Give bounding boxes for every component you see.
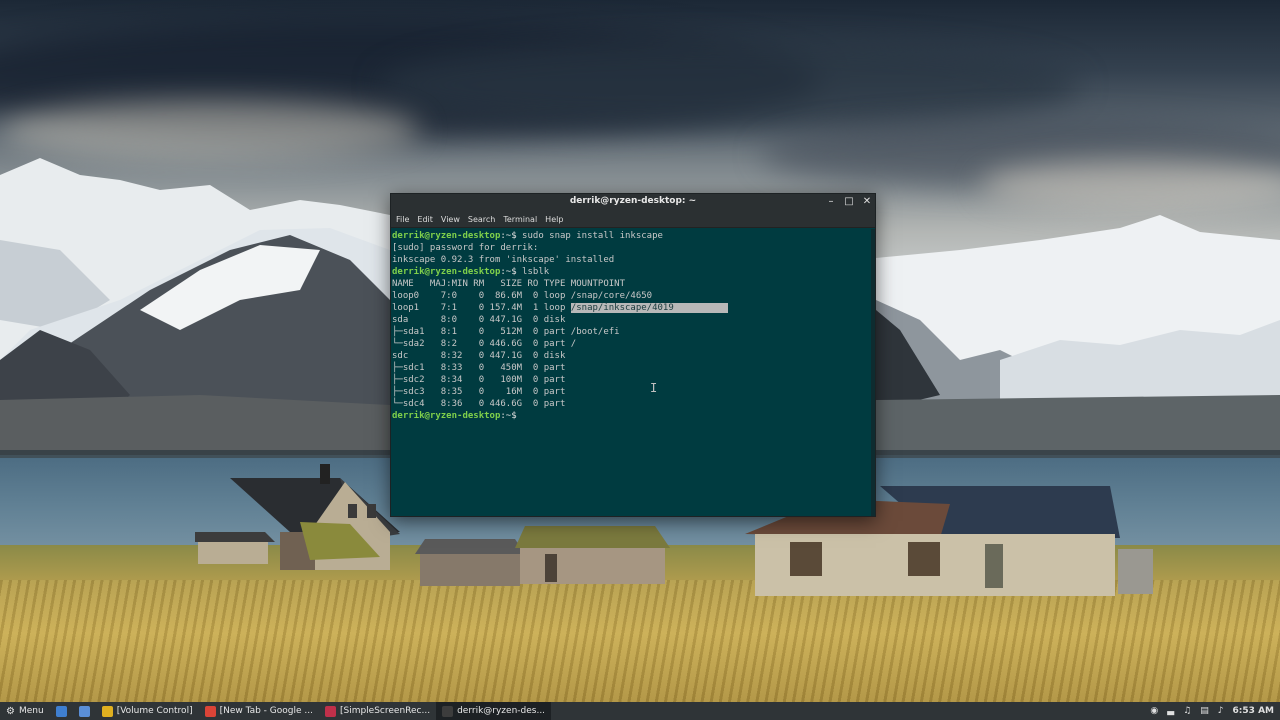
selected-text[interactable]: /snap/inkscape/4019 <box>570 303 728 313</box>
window-title: derrik@ryzen-desktop: ~ <box>569 196 697 206</box>
terminal-output-line: ├─sda1 8:1 0 512M 0 part /boot/efi <box>392 327 620 337</box>
prompt-path: :~$ <box>500 411 517 421</box>
menu-button[interactable]: ⚙ Menu <box>0 702 50 720</box>
network-icon[interactable]: ▤ <box>1200 706 1209 716</box>
prompt-user: derrik@ryzen-desktop <box>392 267 501 277</box>
minimize-all-icon[interactable]: ▃ <box>1167 706 1174 716</box>
volume-control-icon <box>101 705 113 717</box>
terminal-output-line: ├─sdc2 8:34 0 100M 0 part <box>392 375 566 385</box>
maximize-button[interactable]: □ <box>842 195 856 209</box>
terminal-prompt-line: derrik@ryzen-desktop:~$ sudo snap instal… <box>392 230 873 242</box>
menu-terminal[interactable]: Terminal <box>503 211 542 227</box>
taskbar-task-label: [Volume Control] <box>116 706 193 716</box>
taskbar-task-label: [SimpleScreenRec... <box>339 706 431 716</box>
taskbar-task-label: derrik@ryzen-des... <box>457 706 546 716</box>
close-button[interactable]: ✕ <box>860 195 874 209</box>
desktop-icon <box>55 705 67 717</box>
taskbar-task[interactable]: [New Tab - Google ... <box>199 702 319 720</box>
chrome-icon <box>204 705 216 717</box>
taskbar-task-label: [New Tab - Google ... <box>219 706 313 716</box>
terminal-output-line: loop1 7:1 0 157.4M 1 loop /snap/inkscape… <box>392 302 873 314</box>
file-manager-button[interactable] <box>73 702 96 720</box>
output-text: loop1 7:1 0 157.4M 1 loop <box>392 303 571 313</box>
terminal-output-line: └─sdc4 8:36 0 446.6G 0 part <box>392 399 566 409</box>
music-icon[interactable]: ♫ <box>1183 706 1191 716</box>
show-desktop-button[interactable] <box>50 702 73 720</box>
camera-icon[interactable]: ◉ <box>1150 706 1158 716</box>
terminal-output-line: sdc 8:32 0 447.1G 0 disk <box>392 351 566 361</box>
menu-file[interactable]: File <box>396 211 414 227</box>
terminal-output-line: loop0 7:0 0 86.6M 0 loop /snap/core/4650 <box>392 291 653 301</box>
menu-label: Menu <box>18 706 44 716</box>
terminal-output-line: inkscape 0.92.3 from 'inkscape' installe… <box>392 255 615 265</box>
terminal-output-line: sda 8:0 0 447.1G 0 disk <box>392 315 566 325</box>
prompt-path: :~$ <box>500 267 517 277</box>
command-text: lsblk <box>516 267 550 277</box>
terminal-titlebar[interactable]: derrik@ryzen-desktop: ~ – □ ✕ <box>391 194 875 211</box>
terminal-scrollbar[interactable] <box>871 229 875 516</box>
menu-view[interactable]: View <box>441 211 465 227</box>
house-left-illustration <box>195 464 400 570</box>
terminal-prompt-line: derrik@ryzen-desktop:~$ <box>392 410 873 422</box>
command-text: sudo snap install inkscape <box>516 231 663 241</box>
system-tray: ◉ ▃ ♫ ▤ ♪ 6:53 AM <box>1150 702 1280 720</box>
volume-icon[interactable]: ♪ <box>1218 706 1224 716</box>
taskbar-task[interactable]: [Volume Control] <box>96 702 199 720</box>
terminal-output-line: ├─sdc3 8:35 0 16M 0 part <box>392 387 566 397</box>
menu-help[interactable]: Help <box>545 211 568 227</box>
terminal-prompt-line: derrik@ryzen-desktop:~$ lsblk <box>392 266 873 278</box>
terminal-menubar: File Edit View Search Terminal Help <box>391 211 875 228</box>
menu-edit[interactable]: Edit <box>417 211 438 227</box>
terminal-icon <box>442 705 454 717</box>
clock[interactable]: 6:53 AM <box>1233 706 1274 716</box>
terminal-output-line: [sudo] password for derrik: <box>392 243 539 253</box>
sheds-illustration <box>415 526 670 586</box>
prompt-user: derrik@ryzen-desktop <box>392 411 501 421</box>
text-cursor-icon: I <box>650 381 658 395</box>
task-list: [Volume Control] [New Tab - Google ... [Si… <box>96 702 552 720</box>
screen-recorder-icon <box>324 705 336 717</box>
menu-search[interactable]: Search <box>468 211 500 227</box>
terminal-output-line: └─sda2 8:2 0 446.6G 0 part / <box>392 339 577 349</box>
taskbar-task[interactable]: [SimpleScreenRec... <box>319 702 436 720</box>
terminal-output-line: ├─sdc1 8:33 0 450M 0 part <box>392 363 566 373</box>
terminal-output-line: NAME MAJ:MIN RM SIZE RO TYPE MOUNTPOINT <box>392 279 625 289</box>
folder-icon <box>78 705 90 717</box>
prompt-path: :~$ <box>500 231 517 241</box>
prompt-user: derrik@ryzen-desktop <box>392 231 501 241</box>
terminal-output[interactable]: derrik@ryzen-desktop:~$ sudo snap instal… <box>392 230 873 515</box>
minimize-button[interactable]: – <box>824 195 838 209</box>
gear-icon: ⚙ <box>6 705 15 717</box>
taskbar-task[interactable]: derrik@ryzen-des... <box>436 702 552 720</box>
taskbar: ⚙ Menu [Volume Control] [New Tab - Google… <box>0 702 1280 720</box>
terminal-window[interactable]: derrik@ryzen-desktop: ~ – □ ✕ File Edit … <box>390 193 876 517</box>
